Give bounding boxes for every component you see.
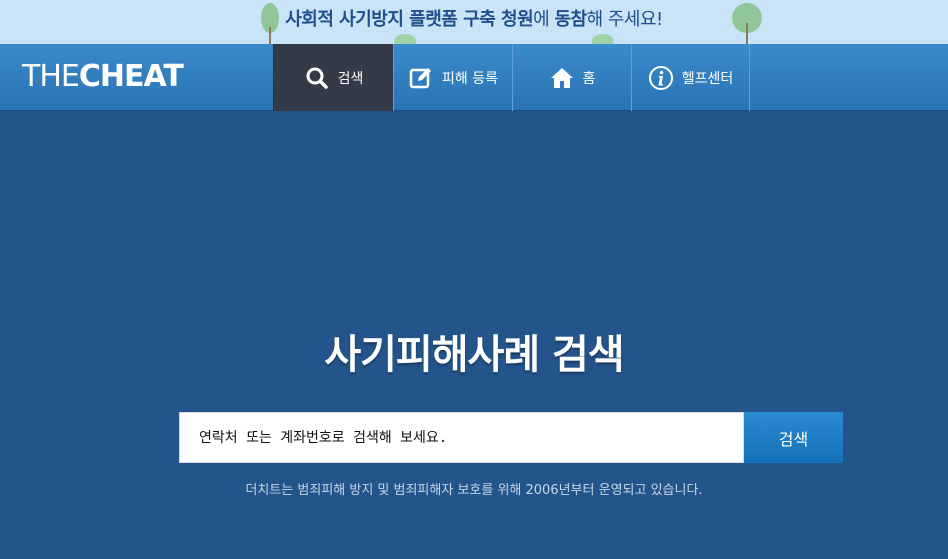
nav-report-damage-label: 피해 등록: [442, 70, 498, 87]
search-icon: [304, 65, 330, 91]
nav-home-label: 홈: [582, 70, 596, 87]
nav-help-center[interactable]: 헬프센터: [631, 44, 749, 111]
search-field-wrapper: [179, 412, 744, 463]
nav-help-center-label: 헬프센터: [681, 70, 734, 87]
home-icon: [549, 65, 575, 91]
nav-search[interactable]: 검색: [273, 44, 393, 111]
nav-divider: [749, 44, 750, 111]
edit-icon: [408, 65, 434, 91]
search-input[interactable]: [180, 413, 743, 462]
top-nav: THECHEAT 검색 피해 등록 홈 헬프센터: [0, 44, 948, 111]
tree-small-left-icon: [392, 34, 418, 44]
page-title: 사기피해사례 검색: [324, 332, 624, 378]
banner-text: 사회적 사기방지 플랫폼 구축 청원에 동참해 주세요!: [285, 9, 663, 30]
thecheat-logo[interactable]: THECHEAT: [22, 60, 184, 94]
petition-banner[interactable]: 사회적 사기방지 플랫폼 구축 청원에 동참해 주세요!: [0, 0, 948, 44]
info-icon: [648, 65, 674, 91]
tree-small-right-icon: [590, 34, 616, 44]
service-footnote: 더치트는 범죄피해 방지 및 범죄피해자 보호를 위해 2006년부터 운영되고…: [245, 483, 703, 498]
nav-report-damage[interactable]: 피해 등록: [393, 44, 512, 111]
nav-search-label: 검색: [337, 70, 364, 87]
search-button[interactable]: 검색: [744, 412, 843, 463]
nav-home[interactable]: 홈: [512, 44, 631, 111]
